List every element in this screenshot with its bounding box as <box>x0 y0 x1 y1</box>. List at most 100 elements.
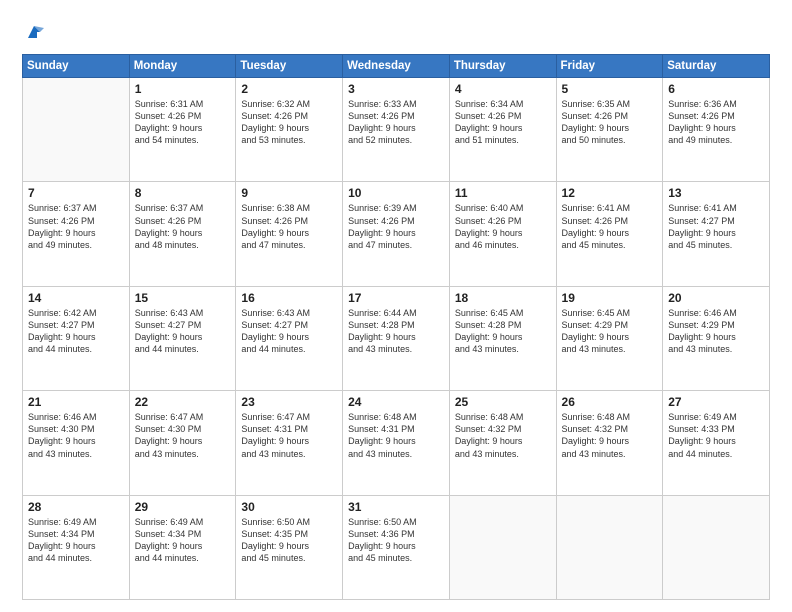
calendar-cell: 9 Sunrise: 6:38 AMSunset: 4:26 PMDaylight… <box>236 182 343 286</box>
day-number: 20 <box>668 291 764 305</box>
day-info: Sunrise: 6:48 AMSunset: 4:32 PMDaylight:… <box>562 411 658 460</box>
day-info: Sunrise: 6:42 AMSunset: 4:27 PMDaylight:… <box>28 307 124 356</box>
day-number: 25 <box>455 395 551 409</box>
day-info: Sunrise: 6:45 AMSunset: 4:29 PMDaylight:… <box>562 307 658 356</box>
logo-icon <box>24 22 44 42</box>
day-number: 24 <box>348 395 444 409</box>
day-info: Sunrise: 6:37 AMSunset: 4:26 PMDaylight:… <box>28 202 124 251</box>
day-number: 4 <box>455 82 551 96</box>
day-number: 15 <box>135 291 231 305</box>
day-number: 2 <box>241 82 337 96</box>
day-number: 27 <box>668 395 764 409</box>
day-info: Sunrise: 6:41 AMSunset: 4:26 PMDaylight:… <box>562 202 658 251</box>
day-number: 26 <box>562 395 658 409</box>
calendar-cell: 12 Sunrise: 6:41 AMSunset: 4:26 PMDayligh… <box>556 182 663 286</box>
day-info: Sunrise: 6:48 AMSunset: 4:31 PMDaylight:… <box>348 411 444 460</box>
day-info: Sunrise: 6:48 AMSunset: 4:32 PMDaylight:… <box>455 411 551 460</box>
day-info: Sunrise: 6:35 AMSunset: 4:26 PMDaylight:… <box>562 98 658 147</box>
calendar-cell: 21 Sunrise: 6:46 AMSunset: 4:30 PMDayligh… <box>23 391 130 495</box>
day-number: 21 <box>28 395 124 409</box>
calendar-cell: 7 Sunrise: 6:37 AMSunset: 4:26 PMDaylight… <box>23 182 130 286</box>
day-number: 28 <box>28 500 124 514</box>
weekday-header: Sunday <box>23 55 130 78</box>
day-number: 9 <box>241 186 337 200</box>
calendar-cell <box>449 495 556 599</box>
calendar-cell: 20 Sunrise: 6:46 AMSunset: 4:29 PMDayligh… <box>663 286 770 390</box>
day-info: Sunrise: 6:38 AMSunset: 4:26 PMDaylight:… <box>241 202 337 251</box>
day-info: Sunrise: 6:44 AMSunset: 4:28 PMDaylight:… <box>348 307 444 356</box>
header <box>22 18 770 44</box>
day-info: Sunrise: 6:41 AMSunset: 4:27 PMDaylight:… <box>668 202 764 251</box>
day-number: 14 <box>28 291 124 305</box>
day-info: Sunrise: 6:39 AMSunset: 4:26 PMDaylight:… <box>348 202 444 251</box>
calendar-cell <box>23 78 130 182</box>
day-info: Sunrise: 6:33 AMSunset: 4:26 PMDaylight:… <box>348 98 444 147</box>
calendar-cell: 4 Sunrise: 6:34 AMSunset: 4:26 PMDaylight… <box>449 78 556 182</box>
calendar-cell: 19 Sunrise: 6:45 AMSunset: 4:29 PMDayligh… <box>556 286 663 390</box>
calendar-cell: 26 Sunrise: 6:48 AMSunset: 4:32 PMDayligh… <box>556 391 663 495</box>
calendar-cell: 13 Sunrise: 6:41 AMSunset: 4:27 PMDayligh… <box>663 182 770 286</box>
day-info: Sunrise: 6:49 AMSunset: 4:33 PMDaylight:… <box>668 411 764 460</box>
calendar-cell: 3 Sunrise: 6:33 AMSunset: 4:26 PMDaylight… <box>343 78 450 182</box>
day-number: 16 <box>241 291 337 305</box>
day-info: Sunrise: 6:34 AMSunset: 4:26 PMDaylight:… <box>455 98 551 147</box>
day-number: 12 <box>562 186 658 200</box>
calendar-cell: 25 Sunrise: 6:48 AMSunset: 4:32 PMDayligh… <box>449 391 556 495</box>
calendar-cell: 16Sunrise: 6:43 AMSunset: 4:27 PMDayligh… <box>236 286 343 390</box>
weekday-header: Thursday <box>449 55 556 78</box>
day-number: 23 <box>241 395 337 409</box>
weekday-header: Tuesday <box>236 55 343 78</box>
page: SundayMondayTuesdayWednesdayThursdayFrid… <box>0 0 792 612</box>
day-info: Sunrise: 6:50 AMSunset: 4:35 PMDaylight:… <box>241 516 337 565</box>
calendar-table: SundayMondayTuesdayWednesdayThursdayFrid… <box>22 54 770 600</box>
day-number: 13 <box>668 186 764 200</box>
day-info: Sunrise: 6:37 AMSunset: 4:26 PMDaylight:… <box>135 202 231 251</box>
day-number: 1 <box>135 82 231 96</box>
day-info: Sunrise: 6:43 AMSunset: 4:27 PMDaylight:… <box>135 307 231 356</box>
day-number: 8 <box>135 186 231 200</box>
day-number: 11 <box>455 186 551 200</box>
calendar-cell: 22Sunrise: 6:47 AMSunset: 4:30 PMDayligh… <box>129 391 236 495</box>
day-number: 10 <box>348 186 444 200</box>
day-info: Sunrise: 6:36 AMSunset: 4:26 PMDaylight:… <box>668 98 764 147</box>
calendar-cell: 18 Sunrise: 6:45 AMSunset: 4:28 PMDayligh… <box>449 286 556 390</box>
day-info: Sunrise: 6:49 AMSunset: 4:34 PMDaylight:… <box>28 516 124 565</box>
day-info: Sunrise: 6:32 AMSunset: 4:26 PMDaylight:… <box>241 98 337 147</box>
day-info: Sunrise: 6:46 AMSunset: 4:30 PMDaylight:… <box>28 411 124 460</box>
calendar-cell: 15 Sunrise: 6:43 AMSunset: 4:27 PMDayligh… <box>129 286 236 390</box>
calendar-cell: 28 Sunrise: 6:49 AMSunset: 4:34 PMDayligh… <box>23 495 130 599</box>
calendar-cell: 5 Sunrise: 6:35 AMSunset: 4:26 PMDaylight… <box>556 78 663 182</box>
day-number: 5 <box>562 82 658 96</box>
day-info: Sunrise: 6:46 AMSunset: 4:29 PMDaylight:… <box>668 307 764 356</box>
calendar-cell: 8 Sunrise: 6:37 AMSunset: 4:26 PMDaylight… <box>129 182 236 286</box>
day-number: 30 <box>241 500 337 514</box>
day-number: 3 <box>348 82 444 96</box>
calendar-cell: 6 Sunrise: 6:36 AMSunset: 4:26 PMDaylight… <box>663 78 770 182</box>
day-number: 19 <box>562 291 658 305</box>
calendar-cell: 31 Sunrise: 6:50 AMSunset: 4:36 PMDayligh… <box>343 495 450 599</box>
calendar-cell: 24 Sunrise: 6:48 AMSunset: 4:31 PMDayligh… <box>343 391 450 495</box>
weekday-header: Wednesday <box>343 55 450 78</box>
calendar-cell: 29Sunrise: 6:49 AMSunset: 4:34 PMDayligh… <box>129 495 236 599</box>
day-number: 6 <box>668 82 764 96</box>
calendar-cell: 30 Sunrise: 6:50 AMSunset: 4:35 PMDayligh… <box>236 495 343 599</box>
calendar-cell: 2 Sunrise: 6:32 AMSunset: 4:26 PMDaylight… <box>236 78 343 182</box>
calendar-cell: 10 Sunrise: 6:39 AMSunset: 4:26 PMDayligh… <box>343 182 450 286</box>
calendar-cell: 17 Sunrise: 6:44 AMSunset: 4:28 PMDayligh… <box>343 286 450 390</box>
weekday-header: Saturday <box>663 55 770 78</box>
weekday-header: Friday <box>556 55 663 78</box>
weekday-header: Monday <box>129 55 236 78</box>
day-number: 7 <box>28 186 124 200</box>
day-number: 17 <box>348 291 444 305</box>
day-info: Sunrise: 6:49 AMSunset: 4:34 PMDaylight:… <box>135 516 231 565</box>
day-info: Sunrise: 6:45 AMSunset: 4:28 PMDaylight:… <box>455 307 551 356</box>
day-info: Sunrise: 6:47 AMSunset: 4:31 PMDaylight:… <box>241 411 337 460</box>
calendar-cell: 11 Sunrise: 6:40 AMSunset: 4:26 PMDayligh… <box>449 182 556 286</box>
calendar-cell: 23 Sunrise: 6:47 AMSunset: 4:31 PMDayligh… <box>236 391 343 495</box>
day-number: 31 <box>348 500 444 514</box>
logo <box>22 22 44 44</box>
calendar-cell <box>556 495 663 599</box>
day-info: Sunrise: 6:40 AMSunset: 4:26 PMDaylight:… <box>455 202 551 251</box>
day-info: Sunrise: 6:50 AMSunset: 4:36 PMDaylight:… <box>348 516 444 565</box>
day-number: 18 <box>455 291 551 305</box>
